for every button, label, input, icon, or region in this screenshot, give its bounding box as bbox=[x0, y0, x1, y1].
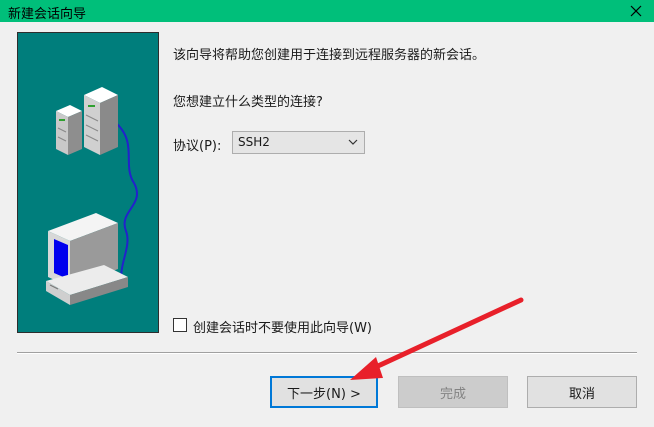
server-icon-back bbox=[56, 105, 82, 155]
protocol-select[interactable]: SSH2 bbox=[232, 131, 365, 154]
cancel-button[interactable]: 取消 bbox=[527, 376, 637, 408]
computer-icon bbox=[46, 213, 128, 305]
servers-and-computer-illustration bbox=[46, 87, 138, 305]
next-button[interactable]: 下一步(N) > bbox=[270, 376, 378, 408]
finish-button[interactable]: 完成 bbox=[398, 376, 508, 408]
separator bbox=[17, 352, 637, 354]
window-title: 新建会话向导 bbox=[8, 7, 87, 22]
chevron-down-icon bbox=[348, 139, 358, 145]
protocol-label: 协议(P): bbox=[173, 139, 222, 154]
title-bar: 新建会话向导 bbox=[0, 0, 654, 22]
protocol-select-value: SSH2 bbox=[238, 135, 270, 149]
close-button[interactable] bbox=[618, 0, 654, 22]
wizard-illustration-panel bbox=[17, 32, 159, 333]
skip-wizard-label[interactable]: 创建会话时不要使用此向导(W) bbox=[193, 317, 372, 336]
wizard-intro-text: 该向导将帮助您创建用于连接到远程服务器的新会话。 bbox=[173, 48, 486, 63]
skip-wizard-checkbox[interactable] bbox=[173, 318, 187, 332]
server-icon-front bbox=[84, 87, 118, 155]
close-icon bbox=[630, 5, 642, 17]
connection-type-question: 您想建立什么类型的连接? bbox=[173, 95, 323, 110]
